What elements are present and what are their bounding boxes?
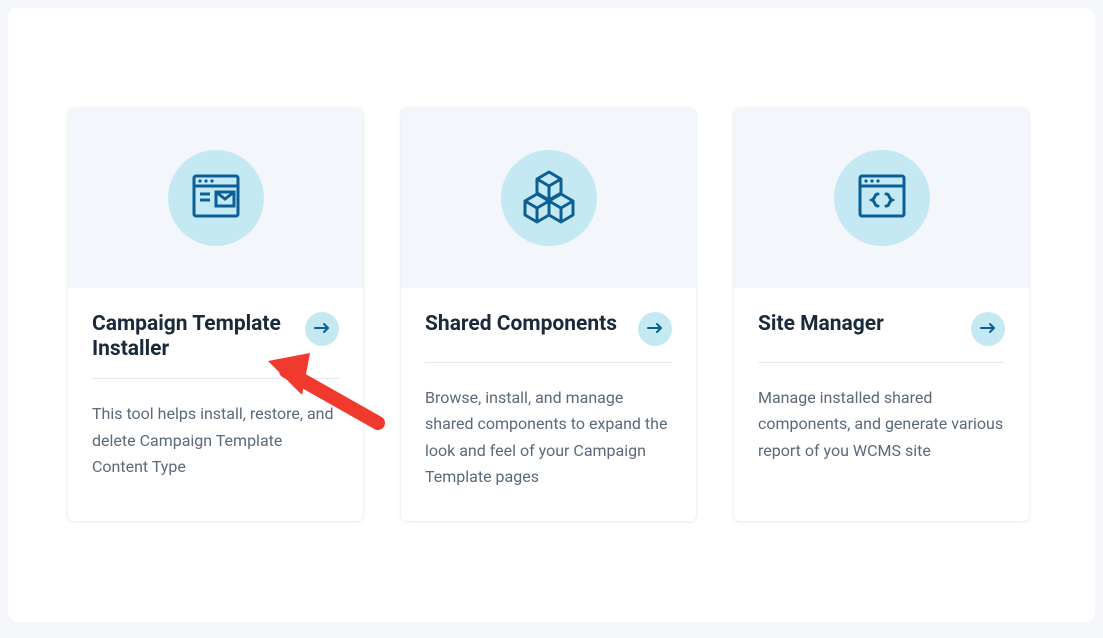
card-title: Campaign Template Installer xyxy=(92,312,297,362)
divider xyxy=(758,362,1005,363)
open-arrow-button[interactable] xyxy=(971,312,1005,346)
card-campaign-template-installer[interactable]: Campaign Template Installer This tool he… xyxy=(68,108,363,521)
card-header: Site Manager xyxy=(758,312,1005,346)
arrow-right-icon xyxy=(979,321,997,338)
arrow-right-icon xyxy=(646,321,664,338)
template-window-icon xyxy=(188,168,244,228)
card-body: Campaign Template Installer This tool he… xyxy=(68,288,363,521)
card-shared-components[interactable]: Shared Components Browse, install, and m… xyxy=(401,108,696,521)
card-body: Shared Components Browse, install, and m… xyxy=(401,288,696,521)
open-arrow-button[interactable] xyxy=(305,312,339,346)
card-header: Campaign Template Installer xyxy=(92,312,339,362)
card-description: Manage installed shared components, and … xyxy=(758,385,1005,464)
icon-circle xyxy=(834,150,930,246)
card-icon-zone xyxy=(734,108,1029,288)
arrow-right-icon xyxy=(313,321,331,338)
divider xyxy=(425,362,672,363)
card-icon-zone xyxy=(401,108,696,288)
divider xyxy=(92,378,339,379)
icon-circle xyxy=(168,150,264,246)
card-icon-zone xyxy=(68,108,363,288)
code-window-icon xyxy=(854,168,910,228)
cubes-icon xyxy=(517,164,581,232)
card-title: Shared Components xyxy=(425,312,630,337)
cards-row: Campaign Template Installer This tool he… xyxy=(68,108,1035,521)
card-body: Site Manager Manage installed shared com… xyxy=(734,288,1029,521)
icon-circle xyxy=(501,150,597,246)
card-description: This tool helps install, restore, and de… xyxy=(92,401,339,480)
main-container: Campaign Template Installer This tool he… xyxy=(8,8,1095,622)
card-description: Browse, install, and manage shared compo… xyxy=(425,385,672,491)
card-title: Site Manager xyxy=(758,312,963,337)
card-header: Shared Components xyxy=(425,312,672,346)
open-arrow-button[interactable] xyxy=(638,312,672,346)
card-site-manager[interactable]: Site Manager Manage installed shared com… xyxy=(734,108,1029,521)
